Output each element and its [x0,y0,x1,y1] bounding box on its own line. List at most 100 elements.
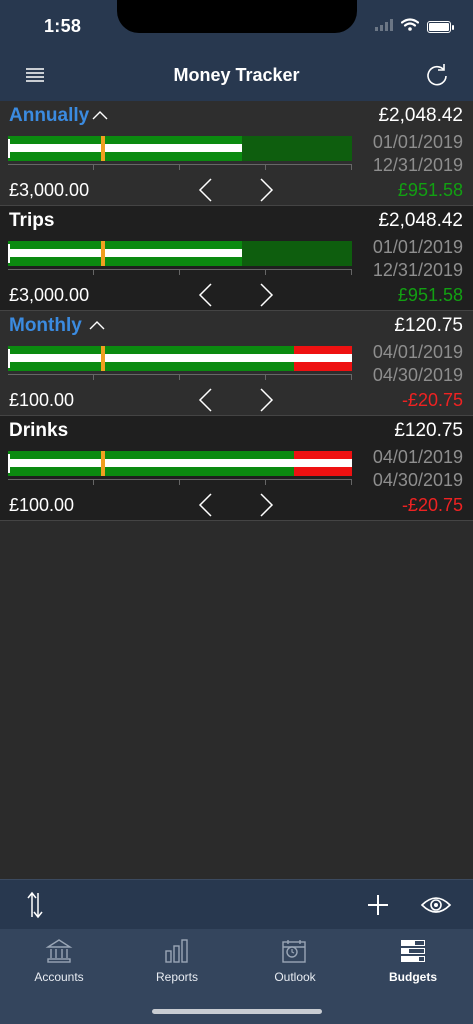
timeline-ticks [8,374,352,384]
tick-mark [93,374,94,380]
budget-amount: £3,000.00 [9,180,90,200]
bar-overspent-line [294,354,352,362]
tick-mark [351,164,352,170]
budgets-icon [401,940,425,962]
timeline-axis [8,374,352,375]
end-date: 04/30/2019 [372,470,463,490]
tick-mark [179,374,180,380]
tab-reports[interactable]: Reports [118,929,236,993]
tick-mark [351,479,352,485]
today-marker [101,346,105,371]
next-period-button[interactable] [256,282,276,308]
timeline-ticks [8,164,352,174]
spent-amount: £120.75 [394,420,463,441]
spent-amount: £120.75 [394,315,463,336]
tick-mark [93,164,94,170]
budget-progress-bar [8,241,352,266]
budget-name: Monthly [9,315,82,336]
refresh-icon [427,64,447,86]
visibility-button[interactable] [420,893,452,917]
tab-label: Budgets [389,970,437,984]
start-date: 04/01/2019 [372,342,463,362]
budget-name: Trips [9,210,55,231]
bar-start-marker [8,139,10,158]
sort-button[interactable] [22,889,50,921]
tab-label: Accounts [34,970,84,984]
status-bar: 1:58 [0,0,473,50]
today-marker [101,136,105,161]
tab-label: Reports [155,970,199,984]
chevron-up-icon[interactable] [88,319,106,331]
tick-mark [179,479,180,485]
tick-mark [351,269,352,275]
page-title: Money Tracker [173,65,300,85]
navigation-bar: Money Tracker [0,50,473,101]
budget-list: Annually £2,048.42 01/01/2019 12/31/2019 £3,… [0,101,473,521]
budget-amount: £100.00 [9,495,75,515]
bar-start-marker [8,244,10,263]
next-period-button[interactable] [256,387,276,413]
bank-icon [45,939,73,963]
bar-progress-line [8,249,242,257]
bar-chart-icon [165,939,188,963]
bar-overspent-line [294,459,352,467]
tick-mark [351,374,352,380]
budget-amount: £3,000.00 [9,285,90,305]
spent-amount: £2,048.42 [378,105,463,126]
budget-row[interactable]: Trips £2,048.42 01/01/2019 12/31/2019 £3,000… [0,206,473,311]
end-date: 12/31/2019 [372,260,463,280]
next-period-button[interactable] [256,177,276,203]
budget-name: Annually [9,105,90,126]
tick-mark [265,269,266,275]
previous-period-button[interactable] [196,492,216,518]
bar-start-marker [8,454,10,473]
tab-outlook[interactable]: Outlook [236,929,354,993]
bar-start-marker [8,349,10,368]
budget-group-row[interactable]: Annually £2,048.42 01/01/2019 12/31/2019 £3,… [0,101,473,206]
plus-icon [368,895,388,915]
tab-accounts[interactable]: Accounts [0,929,118,993]
spent-amount: £2,048.42 [378,210,463,231]
eye-icon [420,897,452,913]
sort-arrows-icon [27,891,43,919]
remaining-amount: £951.58 [397,180,463,200]
budget-progress-bar [8,136,352,161]
bar-progress-line [8,459,294,467]
end-date: 04/30/2019 [372,365,463,385]
chevron-up-icon[interactable] [91,109,109,121]
start-date: 01/01/2019 [372,237,463,257]
bottom-toolbar [0,879,473,929]
remaining-amount: -£20.75 [401,390,463,410]
next-period-button[interactable] [256,492,276,518]
timeline-axis [8,164,352,165]
bar-progress-line [8,354,294,362]
timeline-axis [8,479,352,480]
tab-budgets[interactable]: Budgets [354,929,472,993]
timeline-axis [8,269,352,270]
bar-progress-line [8,144,242,152]
tick-mark [265,479,266,485]
cellular-signal-icon [375,18,393,36]
previous-period-button[interactable] [196,387,216,413]
timeline-ticks [8,269,352,279]
wifi-icon [400,18,420,36]
notch [117,0,357,33]
today-marker [101,241,105,266]
budget-group-row[interactable]: Monthly £120.75 04/01/2019 04/30/2019 £100.0… [0,311,473,416]
home-indicator [152,1009,322,1014]
budget-row[interactable]: Drinks £120.75 04/01/2019 04/30/2019 £100.00… [0,416,473,521]
remaining-amount: -£20.75 [401,495,463,515]
end-date: 12/31/2019 [372,155,463,175]
start-date: 01/01/2019 [372,132,463,152]
tick-mark [179,269,180,275]
tick-mark [93,269,94,275]
add-budget-button[interactable] [366,893,390,917]
status-icons [375,18,454,36]
battery-icon [427,21,454,33]
previous-period-button[interactable] [196,177,216,203]
refresh-button[interactable] [423,61,451,89]
previous-period-button[interactable] [196,282,216,308]
remaining-amount: £951.58 [397,285,463,305]
today-marker [101,451,105,476]
budget-progress-bar [8,346,352,371]
